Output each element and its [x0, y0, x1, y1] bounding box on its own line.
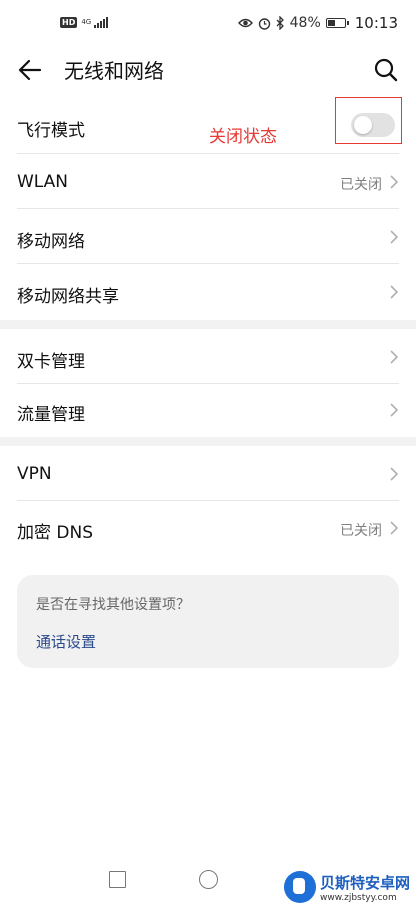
settings-item-private-dns[interactable]: 加密 DNS 已关闭: [0, 501, 416, 556]
settings-item-value: 已关闭: [340, 177, 382, 193]
settings-item-wlan[interactable]: WLAN 已关闭: [0, 154, 416, 209]
status-right: 48% 10:13: [237, 14, 398, 32]
recents-button[interactable]: [109, 871, 126, 888]
chevron-right-icon: [390, 175, 399, 189]
watermark-title: 贝斯特安卓网: [319, 873, 410, 892]
group-separator: [0, 320, 416, 329]
settings-item-label: 飞行模式: [17, 121, 85, 141]
settings-item-dual-sim[interactable]: 双卡管理: [0, 329, 416, 384]
settings-item-label: 双卡管理: [17, 352, 85, 372]
status-bar: HD 4G 48% 10:13: [0, 0, 416, 50]
annotation-label: 关闭状态: [209, 127, 277, 147]
alarm-icon: [258, 17, 270, 30]
chevron-right-icon: [390, 467, 399, 481]
watermark: 贝斯特安卓网 www.zjbstyy.com: [283, 871, 410, 903]
signal-icon: [94, 16, 109, 28]
battery-icon: [325, 18, 349, 28]
status-left: HD 4G: [60, 16, 109, 28]
app-header: 无线和网络: [0, 50, 416, 90]
battery-percent: 48%: [289, 15, 321, 31]
arrow-left-icon: [18, 59, 42, 81]
settings-item-data-usage[interactable]: 流量管理: [0, 384, 416, 437]
chevron-right-icon: [390, 285, 399, 299]
chevron-right-icon: [390, 230, 399, 244]
chevron-right-icon: [390, 521, 399, 535]
settings-item-value: 已关闭: [340, 523, 382, 539]
settings-item-label: VPN: [17, 464, 52, 484]
settings-item-tethering[interactable]: 移动网络共享: [0, 264, 416, 320]
settings-item-label: 移动网络: [17, 232, 85, 252]
watermark-url: www.zjbstyy.com: [319, 892, 397, 903]
settings-item-mobile-network[interactable]: 移动网络: [0, 209, 416, 264]
settings-item-label: 流量管理: [17, 405, 85, 425]
back-button[interactable]: [16, 56, 44, 84]
eye-icon: [237, 18, 253, 28]
settings-item-label: 加密 DNS: [17, 523, 94, 543]
settings-item-label: 移动网络共享: [17, 287, 119, 307]
annotation-highlight-box: [335, 97, 402, 144]
suggestion-card: 是否在寻找其他设置项？ 通话设置: [17, 575, 399, 668]
home-button[interactable]: [199, 870, 218, 889]
watermark-text: 贝斯特安卓网 www.zjbstyy.com: [320, 872, 410, 903]
clock: 10:13: [354, 14, 398, 32]
settings-item-label: WLAN: [17, 172, 69, 192]
network-type: 4G: [81, 17, 92, 26]
search-button[interactable]: [372, 56, 400, 84]
call-settings-link[interactable]: 通话设置: [36, 631, 96, 652]
chevron-right-icon: [390, 403, 399, 417]
bluetooth-icon: [276, 16, 284, 30]
settings-item-vpn[interactable]: VPN: [0, 446, 416, 501]
suggestion-question: 是否在寻找其他设置项？: [36, 597, 190, 613]
search-icon: [374, 58, 398, 82]
watermark-logo-icon: [283, 871, 316, 903]
chevron-right-icon: [390, 350, 399, 364]
hd-badge: HD: [60, 16, 78, 28]
group-separator: [0, 437, 416, 446]
page-title: 无线和网络: [64, 59, 164, 83]
